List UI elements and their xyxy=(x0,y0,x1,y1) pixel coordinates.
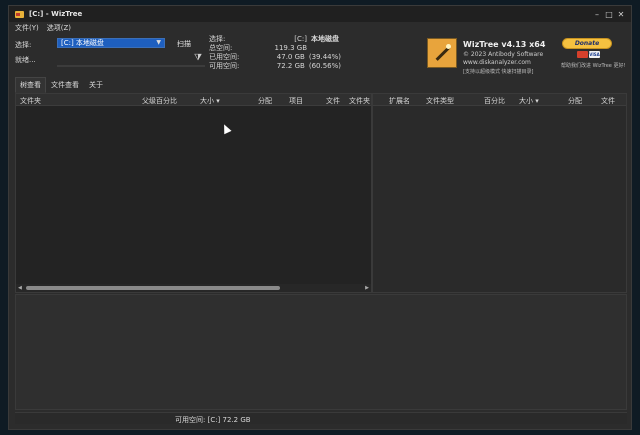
stat-select-value: [C:] xyxy=(294,34,307,43)
brand-copyright: © 2023 Antibody Software xyxy=(463,51,544,58)
scroll-right-icon[interactable]: ▶ xyxy=(365,285,369,291)
menu-bar: 文件(Y) 选项(Z) xyxy=(9,22,631,34)
tab-file-view[interactable]: 文件查看 xyxy=(46,77,84,93)
mastercard-icon xyxy=(577,51,588,58)
drive-select-value: [C:] 本地磁盘 xyxy=(61,39,104,47)
window-title: [C:] - WizTree xyxy=(29,10,83,18)
wiztree-logo xyxy=(427,38,457,68)
minimize-icon[interactable]: – xyxy=(591,6,603,22)
visa-icon: VISA xyxy=(589,51,600,58)
col-files[interactable]: 文件 xyxy=(326,96,340,106)
menu-options[interactable]: 选项(Z) xyxy=(47,23,71,33)
status-text: 就绪... xyxy=(15,56,36,64)
col-folder[interactable]: 文件夹 xyxy=(20,96,41,106)
folder-tree-pane[interactable]: 文件夹 父级百分比 大小 ▾ 分配 项目 文件 文件夹 ◀ ▶ xyxy=(15,93,372,293)
col-files[interactable]: 文件 xyxy=(601,96,615,106)
horizontal-scrollbar[interactable]: ◀ ▶ xyxy=(16,284,371,292)
stat-select-extra: 本地磁盘 xyxy=(311,34,339,43)
chevron-down-icon[interactable]: ▼ xyxy=(156,39,161,47)
scroll-thumb[interactable] xyxy=(26,286,280,290)
stat-total-value: 119.3 GB xyxy=(274,43,308,52)
status-free-space: 可用空间: [C:] 72.2 GB xyxy=(175,416,251,424)
tab-about[interactable]: 关于 xyxy=(84,77,108,93)
payment-cards: VISA xyxy=(577,51,600,58)
col-file-type[interactable]: 文件类型 xyxy=(426,96,454,106)
col-parent-percent[interactable]: 父级百分比 xyxy=(142,96,177,106)
stat-used-value: 47.0 GB xyxy=(276,52,305,61)
donate-note: 帮助我们改进 WizTree 更好! xyxy=(561,63,626,69)
tab-tree-view[interactable]: 树查看 xyxy=(15,77,46,93)
folder-icon xyxy=(15,10,24,18)
drive-stats: 选择: [C:] 本地磁盘 总空间: 119.3 GB 已用空间: 47.0 G… xyxy=(209,34,341,70)
col-size[interactable]: 大小 ▾ xyxy=(519,96,539,106)
col-extension[interactable]: 扩展名 xyxy=(389,96,410,106)
brand-note[interactable]: [支持以超级模式 快速扫描目录] xyxy=(463,68,534,75)
maximize-icon[interactable]: □ xyxy=(603,6,615,22)
brand-panel: WizTree v4.13 x64 © 2023 Antibody Softwa… xyxy=(427,36,557,76)
progress-bar xyxy=(57,65,205,67)
types-table-header: 扩展名 文件类型 百分比 大小 ▾ 分配 文件 xyxy=(373,94,626,106)
title-bar: [C:] - WizTree – □ ✕ xyxy=(9,6,631,22)
donate-button[interactable]: Donate xyxy=(562,38,612,49)
col-items[interactable]: 项目 xyxy=(289,96,303,106)
file-types-pane[interactable]: 扩展名 文件类型 百分比 大小 ▾ 分配 文件 xyxy=(372,93,627,293)
app-window: [C:] - WizTree – □ ✕ 文件(Y) 选项(Z) 选择: [C:… xyxy=(8,5,632,430)
stat-free-pct: (60.56%) xyxy=(308,61,341,70)
donate-panel: Donate VISA 帮助我们改进 WizTree 更好! xyxy=(561,38,625,72)
menu-file[interactable]: 文件(Y) xyxy=(15,23,39,33)
brand-name: WizTree v4.13 x64 xyxy=(463,40,546,49)
select-label: 选择: xyxy=(15,41,32,49)
view-tabs: 树查看 文件查看 关于 xyxy=(15,77,108,93)
filter-icon[interactable]: ⧩ xyxy=(194,53,202,63)
stat-used-pct: (39.44%) xyxy=(308,52,341,61)
col-allocated[interactable]: 分配 xyxy=(568,96,582,106)
close-icon[interactable]: ✕ xyxy=(615,6,627,22)
folder-table-header: 文件夹 父级百分比 大小 ▾ 分配 项目 文件 文件夹 xyxy=(16,94,371,106)
col-folders[interactable]: 文件夹 xyxy=(349,96,370,106)
brand-url[interactable]: www.diskanalyzer.com xyxy=(463,59,531,66)
status-bar: 可用空间: [C:] 72.2 GB xyxy=(15,412,627,424)
treemap-panel[interactable] xyxy=(15,294,627,410)
stat-free-label: 可用空间: xyxy=(209,61,240,70)
col-size[interactable]: 大小 ▾ xyxy=(200,96,220,106)
scroll-left-icon[interactable]: ◀ xyxy=(18,285,22,291)
scan-button[interactable]: 扫描 xyxy=(177,39,191,49)
col-percent[interactable]: 百分比 xyxy=(484,96,505,106)
col-allocated[interactable]: 分配 xyxy=(258,96,272,106)
drive-select[interactable]: [C:] 本地磁盘 ▼ xyxy=(57,38,165,48)
stat-free-value: 72.2 GB xyxy=(276,61,305,70)
